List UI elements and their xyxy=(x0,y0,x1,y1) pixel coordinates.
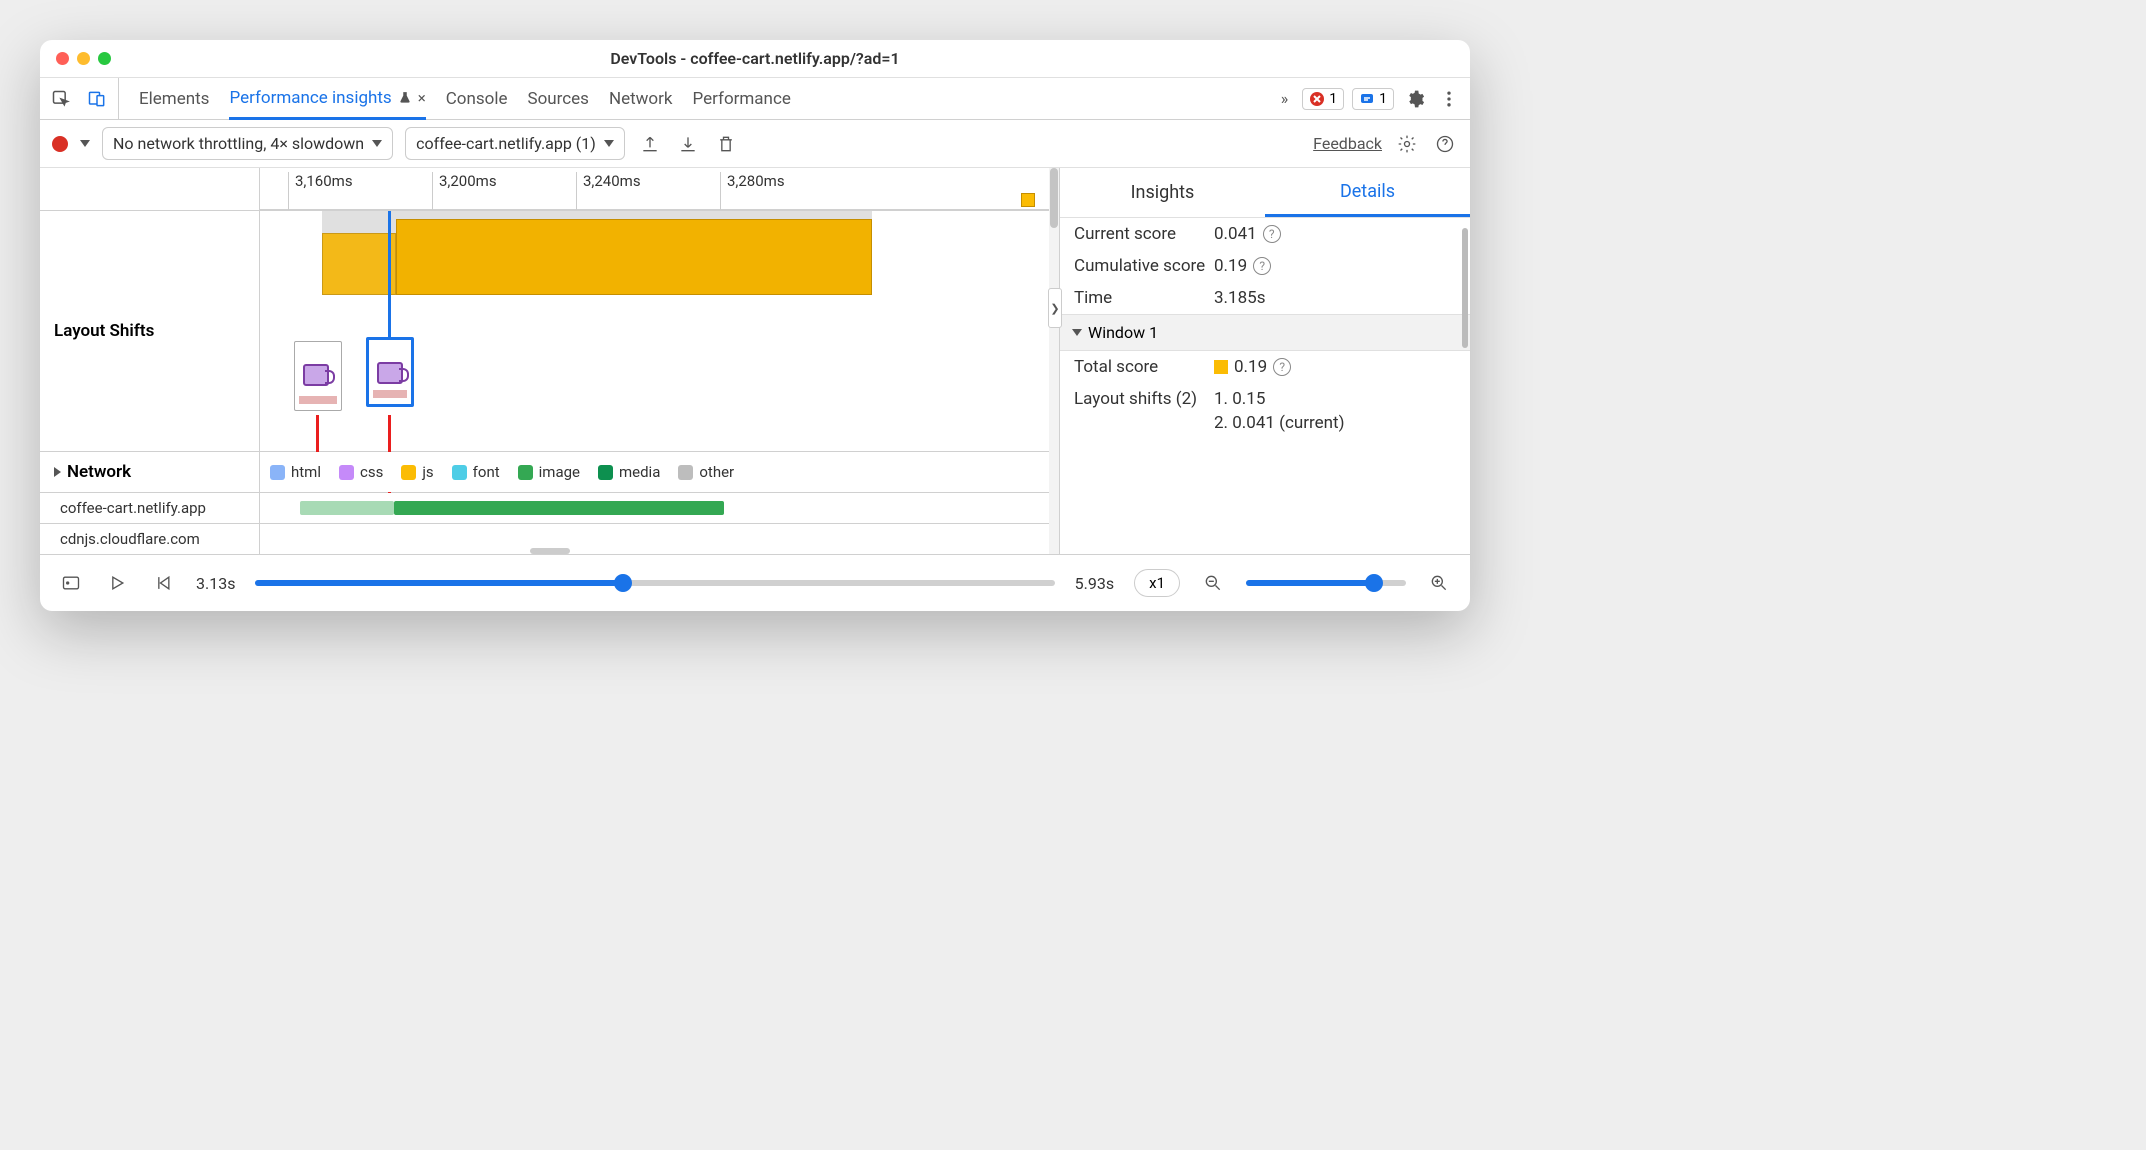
inspect-icon[interactable] xyxy=(48,86,74,112)
more-tabs-icon[interactable]: » xyxy=(1275,89,1295,108)
flame-block[interactable] xyxy=(322,233,396,295)
layout-shift-item[interactable]: 1. 0.15 xyxy=(1214,389,1265,409)
host-row[interactable]: coffee-cart.netlify.app xyxy=(40,493,260,523)
section-layout-shifts: Layout Shifts xyxy=(40,211,260,451)
device-toggle-icon[interactable] xyxy=(84,86,110,112)
layout-shift-thumb-2[interactable] xyxy=(366,337,414,407)
maximize-window-icon[interactable] xyxy=(98,52,111,65)
record-button[interactable] xyxy=(52,136,68,152)
tab-sources[interactable]: Sources xyxy=(528,78,589,119)
total-score-value: 0.19 xyxy=(1234,357,1267,377)
zoom-out-icon[interactable] xyxy=(1200,570,1226,596)
preview-toggle-icon[interactable] xyxy=(58,570,84,596)
main-area: 3,160ms 3,200ms 3,240ms 3,280ms Layout S… xyxy=(40,168,1470,555)
legend-image: image xyxy=(518,463,580,481)
zoom-slider[interactable] xyxy=(1246,580,1406,586)
traffic-lights xyxy=(56,52,111,65)
collapse-handle-icon[interactable]: ❯ xyxy=(1048,288,1062,328)
help-icon[interactable]: ? xyxy=(1253,257,1271,275)
details-pane: ❯ Insights Details Current score 0.041? … xyxy=(1060,168,1470,554)
settings-gear-icon[interactable] xyxy=(1394,131,1420,157)
time-value: 3.185s xyxy=(1214,288,1265,308)
layout-shifts-track[interactable] xyxy=(260,211,1059,451)
legend-font: font xyxy=(452,463,500,481)
section-network[interactable]: Network xyxy=(40,452,260,492)
legend-js: js xyxy=(401,463,433,481)
kebab-menu-icon[interactable] xyxy=(1436,86,1462,112)
current-score-value: 0.041 xyxy=(1214,224,1257,244)
playback-speed[interactable]: x1 xyxy=(1134,569,1180,597)
play-icon[interactable] xyxy=(104,570,130,596)
network-legend: html css js font image media other xyxy=(260,452,1059,492)
playback-start-time: 3.13s xyxy=(196,574,235,593)
ruler-tick: 3,200ms xyxy=(432,172,497,210)
playback-bar: 3.13s 5.93s x1 xyxy=(40,555,1470,611)
legend-css: css xyxy=(339,463,383,481)
net-bar[interactable] xyxy=(300,501,394,515)
flame-block[interactable] xyxy=(396,219,872,295)
layout-shift-thumb-1[interactable] xyxy=(294,341,342,411)
feedback-link[interactable]: Feedback xyxy=(1313,134,1382,153)
ruler-tick: 3,280ms xyxy=(720,172,785,210)
total-score-label: Total score xyxy=(1074,357,1214,377)
expand-icon[interactable] xyxy=(1072,329,1082,336)
current-score-label: Current score xyxy=(1074,224,1214,244)
tab-insights[interactable]: Insights xyxy=(1060,168,1265,217)
tab-performance-insights[interactable]: Performance insights × xyxy=(229,79,425,120)
download-icon[interactable] xyxy=(675,131,701,157)
layout-shifts-label: Layout shifts (2) xyxy=(1074,389,1214,409)
timeline-pane: 3,160ms 3,200ms 3,240ms 3,280ms Layout S… xyxy=(40,168,1060,554)
time-ruler[interactable]: 3,160ms 3,200ms 3,240ms 3,280ms xyxy=(260,168,1059,210)
devtools-tabs: Elements Performance insights × Console … xyxy=(40,78,1470,120)
network-track[interactable] xyxy=(260,493,1059,523)
playhead-line xyxy=(388,211,391,341)
cumulative-score-value: 0.19 xyxy=(1214,256,1247,276)
vertical-scrollbar[interactable] xyxy=(1049,168,1059,554)
trash-icon[interactable] xyxy=(713,131,739,157)
record-dropdown-icon[interactable] xyxy=(80,140,90,147)
legend-media: media xyxy=(598,463,660,481)
ruler-tick: 3,160ms xyxy=(288,172,353,210)
skip-start-icon[interactable] xyxy=(150,570,176,596)
upload-icon[interactable] xyxy=(637,131,663,157)
help-icon[interactable]: ? xyxy=(1273,358,1291,376)
net-bar[interactable] xyxy=(394,501,724,515)
window-group-header[interactable]: Window 1 xyxy=(1060,314,1470,351)
minimize-window-icon[interactable] xyxy=(77,52,90,65)
legend-other: other xyxy=(678,463,734,481)
gear-icon[interactable] xyxy=(1402,86,1428,112)
layout-shift-item[interactable]: 2. 0.041 (current) xyxy=(1214,413,1345,433)
throttling-select[interactable]: No network throttling, 4× slowdown xyxy=(102,127,393,160)
message-count-pill[interactable]: 1 xyxy=(1352,88,1394,110)
window-title: DevTools - coffee-cart.netlify.app/?ad=1 xyxy=(40,49,1470,68)
playback-slider[interactable] xyxy=(255,580,1054,586)
expand-icon[interactable] xyxy=(54,467,61,477)
zoom-in-icon[interactable] xyxy=(1426,570,1452,596)
time-label: Time xyxy=(1074,288,1214,308)
legend-html: html xyxy=(270,463,321,481)
ruler-tick: 3,240ms xyxy=(576,172,641,210)
flask-icon xyxy=(398,91,412,105)
tab-details[interactable]: Details xyxy=(1265,168,1470,217)
page-select[interactable]: coffee-cart.netlify.app (1) xyxy=(405,127,625,160)
devtools-window: DevTools - coffee-cart.netlify.app/?ad=1… xyxy=(40,40,1470,611)
vertical-scrollbar[interactable] xyxy=(1462,228,1468,348)
tab-elements[interactable]: Elements xyxy=(139,78,209,119)
score-indicator-icon xyxy=(1214,360,1228,374)
close-icon[interactable]: × xyxy=(418,89,426,107)
help-icon[interactable]: ? xyxy=(1263,225,1281,243)
tab-network[interactable]: Network xyxy=(609,78,673,119)
titlebar: DevTools - coffee-cart.netlify.app/?ad=1 xyxy=(40,40,1470,78)
error-count-pill[interactable]: 1 xyxy=(1302,88,1344,110)
tab-performance[interactable]: Performance xyxy=(693,78,791,119)
cumulative-score-label: Cumulative score xyxy=(1074,256,1214,276)
host-row[interactable]: cdnjs.cloudflare.com xyxy=(40,524,260,554)
tab-console[interactable]: Console xyxy=(446,78,508,119)
resize-handle[interactable] xyxy=(530,548,570,554)
close-window-icon[interactable] xyxy=(56,52,69,65)
playback-end-time: 5.93s xyxy=(1075,574,1114,593)
help-icon[interactable] xyxy=(1432,131,1458,157)
insights-toolbar: No network throttling, 4× slowdown coffe… xyxy=(40,120,1470,168)
marker-icon[interactable] xyxy=(1021,193,1035,207)
